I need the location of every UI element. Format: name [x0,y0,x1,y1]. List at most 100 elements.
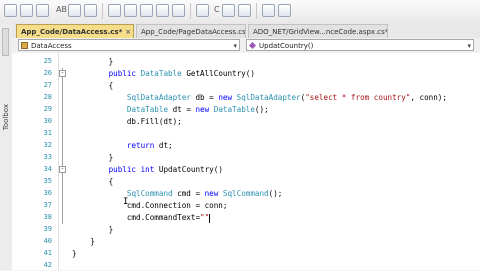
line-number: 35 [43,177,52,185]
window-icon[interactable] [196,4,209,17]
code-token: db = [190,93,219,102]
code-token: DataTable [213,105,255,114]
code-line[interactable]: 41} [12,248,480,259]
code-line[interactable]: 35 { [12,176,480,187]
code-line[interactable]: 40 } [12,236,480,247]
line-number: 27 [43,81,52,89]
collapse-icon[interactable]: - [59,70,66,77]
code-token: } [72,237,95,246]
code-token: public [108,69,137,78]
code-editor[interactable]: 25 } 26- public DataTable GetAllCountry()… [12,53,480,270]
tab-pagedataaccess-cs[interactable]: App_Code/PageDataAccess.cs [136,24,246,38]
list-icon[interactable] [156,4,169,17]
class-dropdown-value: DataAccess [31,42,72,50]
code-line[interactable]: 31 [12,128,480,139]
code-token: dt; [154,141,173,150]
code-text: { [72,80,114,91]
code-token: public [108,165,137,174]
line-number: 33 [43,153,52,161]
code-token: return [126,141,155,150]
line-number: 29 [43,105,52,113]
code-line[interactable]: 26- public DataTable GetAllCountry() [12,68,480,79]
code-line[interactable]: 36 SqlCommand cmd = new SqlCommand(); [12,188,480,199]
code-token: DataTable [126,105,169,114]
c-label[interactable]: C [214,5,220,14]
code-text: } [72,152,114,163]
code-token: dt = [168,105,196,114]
solution-explorer-icon[interactable] [4,4,17,17]
code-token: SqlDataAdapter [126,93,191,102]
close-icon[interactable]: × [125,28,131,36]
line-number: 34 [43,165,52,173]
code-token: db.Fill(dt); [72,117,182,126]
code-token: SqlDataAdapter [236,93,301,102]
align-icon[interactable] [84,4,97,17]
tab-gridview-code[interactable]: ADO_NET/GridView...nceCode.aspx.cs* [248,24,388,38]
code-line[interactable]: 27 { [12,80,480,91]
code-text: } [72,56,114,67]
code-line[interactable]: 33 } [12,152,480,163]
code-token: SqlCommand [126,189,173,198]
textbox-icon[interactable] [278,4,291,17]
code-token: } [72,249,77,258]
code-line[interactable]: 37 cmd.Connection = conn; [12,200,480,211]
line-number: 42 [43,261,52,269]
grid-icon[interactable] [140,4,153,17]
toolbox-pin-icon[interactable] [2,28,9,56]
abc-label[interactable]: AB [56,5,67,14]
format-icon[interactable] [68,4,81,17]
code-token: new [204,189,219,198]
line-number: 36 [43,189,52,197]
code-line[interactable]: 34- public int UpdatCountry() [12,164,480,175]
code-token: cmd.CommandText= [72,213,201,222]
code-token: (); [268,189,283,198]
code-line[interactable]: 39 } [12,224,480,235]
line-number: 30 [43,117,52,125]
tab-label: App_Code/PageDataAccess.cs [141,28,246,36]
class-dropdown[interactable]: DataAccess ▾ [18,39,240,51]
code-line[interactable]: 30 db.Fill(dt); [12,116,480,127]
code-line[interactable]: 28 SqlDataAdapter db = new SqlDataAdapte… [12,92,480,103]
code-line[interactable]: 32 return dt; [12,140,480,151]
code-line[interactable]: 29 DataTable dt = new DataTable(); [12,104,480,115]
toolbar-separator [190,3,191,19]
form-icon[interactable] [222,4,235,17]
image-icon[interactable] [238,4,251,17]
code-line[interactable]: 38 cmd.CommandText="" [12,212,480,223]
chevron-down-icon: ▾ [233,42,237,50]
caret [209,213,211,223]
table-icon[interactable] [124,4,137,17]
method-icon [249,42,256,49]
code-token: DataTable [140,69,182,78]
code-text: SqlDataAdapter db = new SqlDataAdapter("… [72,92,447,103]
code-token: cmd = [172,189,205,198]
code-token: int [140,165,155,174]
checkbox-icon[interactable] [108,4,121,17]
code-token: GetAllCountry() [181,69,255,78]
code-text: public int UpdatCountry() [72,164,223,175]
button-icon[interactable] [262,4,275,17]
code-line[interactable]: 42 [12,260,480,271]
toolbox-label[interactable]: Toolbox [2,104,10,130]
code-token: UpdatCountry() [154,165,223,174]
save-icon[interactable] [20,4,33,17]
collapse-icon[interactable]: - [59,166,66,173]
properties-icon[interactable] [36,4,49,17]
code-text: } [72,236,95,247]
code-token: new [195,105,210,114]
member-dropdown[interactable]: UpdatCountry() ▾ [246,39,474,51]
line-number: 40 [43,237,52,245]
toolbar-separator [102,3,103,19]
tab-dataaccess-cs[interactable]: App_Code/DataAccess.cs* × [16,24,134,38]
frame-icon[interactable] [172,4,185,17]
code-token: "select * from country" [305,93,411,102]
chevron-down-icon: ▾ [467,42,471,50]
line-number: 37 [43,201,52,209]
code-line[interactable]: 25 } [12,56,480,67]
line-number: 32 [43,141,52,149]
